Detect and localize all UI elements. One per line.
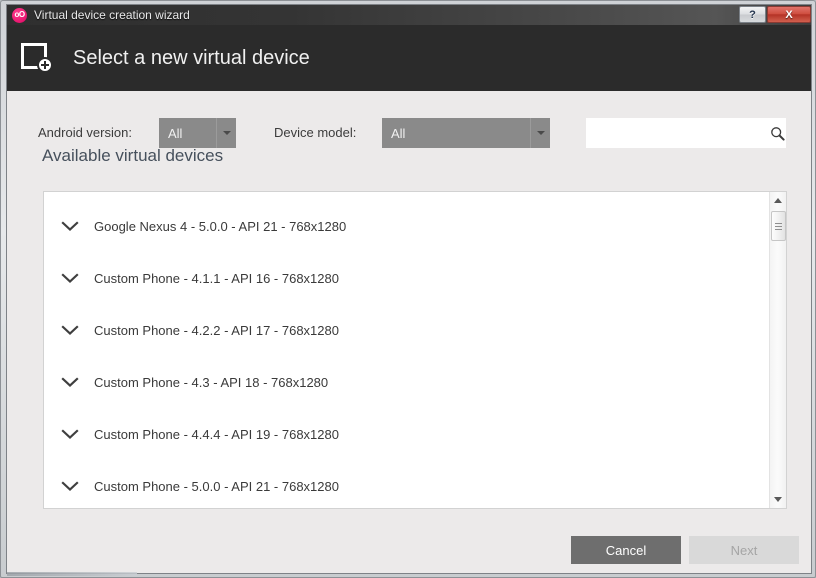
android-version-value: All [168,125,183,141]
scroll-up-icon[interactable] [770,192,786,209]
search-input[interactable] [586,119,769,147]
section-title: Available virtual devices [42,146,224,165]
device-model-value: All [391,125,406,141]
list-item[interactable]: Custom Phone - 4.3 - API 18 - 768x1280 [44,356,769,408]
list-item-label: Custom Phone - 5.0.0 - API 21 - 768x1280 [94,478,339,494]
list-item-label: Google Nexus 4 - 5.0.0 - API 21 - 768x12… [94,218,347,234]
app-icon-glyph: oO [14,10,25,19]
list-item-label: Custom Phone - 4.3 - API 18 - 768x1280 [94,374,329,390]
list-item-label: Custom Phone - 4.1.1 - API 16 - 768x1280 [94,270,339,286]
wizard-header: Select a new virtual device [7,25,811,91]
list-item-label: Custom Phone - 4.4.4 - API 19 - 768x1280 [94,426,339,442]
search-box[interactable] [586,118,786,148]
window-inner: oO Virtual device creation wizard ? X Se… [6,4,812,574]
device-list-container: Google Nexus 4 - 5.0.0 - API 21 - 768x12… [43,191,787,509]
title-bar[interactable]: oO Virtual device creation wizard ? X [7,5,811,25]
list-item[interactable]: Custom Phone - 4.1.1 - API 16 - 768x1280 [44,252,769,304]
close-icon[interactable]: X [767,6,811,23]
window-title: Virtual device creation wizard [34,8,190,22]
window-frame: oO Virtual device creation wizard ? X Se… [0,0,816,578]
chevron-down-icon[interactable] [58,214,82,238]
list-item[interactable]: Custom Phone - 5.0.0 - API 21 - 768x1280 [44,460,769,508]
help-button[interactable]: ? [739,6,766,23]
next-button: Next [689,536,799,564]
device-model-dropdown[interactable]: All [382,118,550,148]
list-item-label: Custom Phone - 4.2.2 - API 17 - 768x1280 [94,322,339,338]
android-version-label: Android version: [38,125,132,140]
search-icon[interactable] [769,118,786,148]
list-scrollbar[interactable] [769,192,786,508]
scroll-down-icon[interactable] [770,491,786,508]
cancel-button[interactable]: Cancel [571,536,681,564]
filter-row: Android version: All Device model: All [7,118,811,148]
new-device-icon [21,43,55,73]
footer: Cancel Next [7,522,811,573]
list-item[interactable]: Custom Phone - 4.2.2 - API 17 - 768x1280 [44,304,769,356]
device-list: Google Nexus 4 - 5.0.0 - API 21 - 768x12… [44,192,769,508]
android-version-dropdown[interactable]: All [159,118,236,148]
chevron-down-icon[interactable] [58,370,82,394]
chevron-down-icon[interactable] [58,474,82,498]
genymotion-icon: oO [12,7,27,23]
device-model-label: Device model: [274,125,357,140]
chevron-down-icon [216,118,236,148]
page-title: Select a new virtual device [73,46,310,69]
list-item[interactable]: Custom Phone - 4.4.4 - API 19 - 768x1280 [44,408,769,460]
window-controls: ? X [739,6,811,23]
list-item[interactable]: Google Nexus 4 - 5.0.0 - API 21 - 768x12… [44,200,769,252]
frame-sheen [7,572,137,576]
chevron-down-icon[interactable] [58,266,82,290]
scrollbar-thumb[interactable] [771,211,786,241]
chevron-down-icon[interactable] [58,318,82,342]
chevron-down-icon [530,118,550,148]
content-panel: Android version: All Device model: All A… [7,91,811,522]
chevron-down-icon[interactable] [58,422,82,446]
